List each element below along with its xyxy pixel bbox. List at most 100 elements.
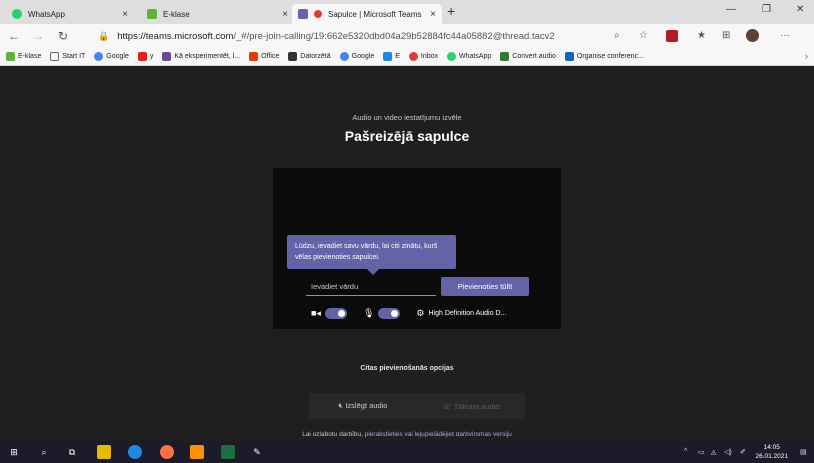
profile-avatar[interactable] <box>746 29 759 42</box>
recording-icon <box>314 10 322 18</box>
conference-icon <box>564 52 574 61</box>
gear-icon[interactable]: ⚙ <box>416 308 424 319</box>
clock-date: 26.01.2021 <box>755 453 788 460</box>
bookmark-label: Google <box>351 53 375 60</box>
sign-in-download-link[interactable]: pierakstieties vai lejupielādējiet darbv… <box>365 431 512 438</box>
device-controls: ■◂ 🎙 ⚙ High Definition Audio D... <box>311 306 506 320</box>
excel-icon[interactable] <box>221 445 235 459</box>
collections-icon[interactable]: ⊞ <box>722 30 730 41</box>
battery-icon[interactable]: ▭ <box>698 448 705 456</box>
bookmark-label: Convert audio <box>512 53 556 60</box>
bookmark-label: E-klase <box>18 53 42 60</box>
footer-note: Lai uzlabotu darbību, pierakstieties vai… <box>0 431 814 438</box>
edge-icon[interactable] <box>128 445 142 459</box>
bookmark-item[interactable]: Datorzētā <box>288 52 331 61</box>
page-title: Pašreizējā sapulce <box>344 128 470 144</box>
camera-icon: ■◂ <box>311 307 321 318</box>
close-window-icon[interactable]: ✕ <box>796 4 804 15</box>
page-icon <box>50 52 60 61</box>
bookmark-label: y <box>149 53 154 60</box>
windows-start-icon[interactable]: ⊞ <box>7 445 21 459</box>
url-bar[interactable]: 🔒 https://teams.microsoft.com /_#/pre-jo… <box>98 27 612 45</box>
video-preview: Lūdzu, ievadiet savu vārdu, lai citi zin… <box>273 168 561 329</box>
favorites-icon[interactable]: ★ <box>697 30 706 41</box>
bookmark-item[interactable]: E-klase <box>6 52 41 61</box>
bookmark-label: Organise conferenc... <box>576 53 644 60</box>
more-menu-icon[interactable]: ··· <box>780 30 790 41</box>
paint-icon[interactable]: ✎ <box>250 445 264 459</box>
bookmark-item[interactable]: WhatsApp <box>447 52 491 61</box>
bookmark-label: Kā eksperimentēt, l... <box>174 53 241 60</box>
google-icon <box>339 52 349 61</box>
pen-icon[interactable]: ✐ <box>740 448 746 456</box>
audio-off-label: Izslēgt audio <box>345 401 388 410</box>
tab-eklase[interactable]: E-klase × <box>141 4 294 24</box>
minimize-icon[interactable]: — <box>726 4 736 15</box>
chevron-right-icon[interactable]: › <box>805 51 808 61</box>
bookmark-item[interactable]: Start IT <box>50 52 85 61</box>
permissions-icon[interactable]: ⌕ <box>614 30 620 41</box>
bookmark-item[interactable]: Organise conferenc... <box>564 52 644 61</box>
address-toolbar: ← → ↻ 🔒 https://teams.microsoft.com /_#/… <box>0 24 814 48</box>
extension-icon[interactable] <box>666 30 678 42</box>
volume-icon[interactable]: ◁) <box>724 448 732 456</box>
file-explorer-icon[interactable] <box>97 445 111 459</box>
bookmark-item[interactable]: Convert audio <box>500 52 556 61</box>
app-icon[interactable] <box>190 445 204 459</box>
google-icon <box>94 52 104 61</box>
clock[interactable]: 14:05 26.01.2021 <box>755 443 788 461</box>
chevron-up-icon[interactable]: ^ <box>684 448 687 455</box>
search-icon[interactable]: ⌕ <box>37 445 51 459</box>
firefox-icon[interactable] <box>160 445 174 459</box>
other-join-options-title: Citas pievienošanās opcijas <box>360 365 454 372</box>
tab-teams[interactable]: Sapulce | Microsoft Teams × <box>292 4 442 24</box>
bookmark-item[interactable]: Google <box>94 52 129 61</box>
whatsapp-icon <box>12 9 22 19</box>
bookmark-label: Datorzētā <box>300 53 331 60</box>
back-icon[interactable]: ← <box>8 29 20 43</box>
bookmarks-bar: E-klase Start IT Google y Kā eksperiment… <box>0 48 814 66</box>
bookmark-label: Start IT <box>62 53 86 60</box>
bookmark-label: Inbox <box>420 53 439 60</box>
maximize-icon[interactable]: ❐ <box>762 4 771 15</box>
notifications-icon[interactable]: ▤ <box>800 448 807 456</box>
task-view-icon[interactable]: ⧉ <box>65 445 79 459</box>
bookmark-item[interactable]: Office <box>249 52 279 61</box>
phone-icon: ☏ <box>442 401 454 411</box>
join-now-button[interactable]: Pievienoties tūlīt <box>441 277 529 296</box>
bookmark-item[interactable]: Inbox <box>408 52 439 61</box>
teams-icon <box>298 9 308 19</box>
microphone-toggle[interactable] <box>378 307 401 319</box>
favorite-add-icon[interactable]: ☆ <box>639 30 648 41</box>
forward-icon[interactable]: → <box>32 29 44 43</box>
bookmark-label: Google <box>106 53 129 60</box>
close-icon[interactable]: × <box>430 9 436 20</box>
bookmark-item[interactable]: Kā eksperimentēt, l... <box>162 52 240 61</box>
bookmark-item[interactable]: y <box>137 52 154 61</box>
refresh-icon[interactable]: ↻ <box>58 29 68 43</box>
browser-tab-strip: WhatsApp × E-klase × Sapulce | Microsoft… <box>0 0 814 24</box>
teams-prejoin-screen: Audio un video iestatījumu izvēle Pašrei… <box>0 67 814 441</box>
microphone-icon: 🎙 <box>362 307 375 318</box>
tab-label: WhatsApp <box>28 9 65 19</box>
close-icon[interactable]: × <box>122 9 128 20</box>
clock-time: 14:05 <box>763 444 780 451</box>
network-icon[interactable]: ◬ <box>711 448 716 456</box>
url-host: https://teams.microsoft.com <box>117 30 234 42</box>
settings-subtitle: Audio un video iestatījumu izvēle <box>352 113 462 122</box>
audio-device-label[interactable]: High Definition Audio D... <box>428 310 506 317</box>
audio-off-option[interactable]: 🔇︎ Izslēgt audio <box>309 401 417 411</box>
bookmark-item[interactable]: E <box>383 52 400 61</box>
bookmark-item[interactable]: Google <box>339 52 375 61</box>
tab-whatsapp[interactable]: WhatsApp × <box>6 4 134 24</box>
name-input[interactable] <box>306 278 436 296</box>
lock-icon: 🔒 <box>98 30 110 41</box>
phone-audio-option[interactable]: ☏ Tālruņa audio <box>417 402 525 411</box>
close-icon[interactable]: × <box>282 9 288 20</box>
bookmark-label: WhatsApp <box>459 53 492 60</box>
windows-taskbar: ⊞ ⌕ ⧉ ✎ ^ ▭ ◬ ◁) ✐ 14:05 26.01.2021 ▤ <box>0 441 814 463</box>
bookmark-icon <box>383 52 393 61</box>
camera-toggle[interactable] <box>324 307 347 319</box>
new-tab-button[interactable]: + <box>447 3 455 19</box>
phone-audio-label: Tālruņa audio <box>453 401 500 411</box>
